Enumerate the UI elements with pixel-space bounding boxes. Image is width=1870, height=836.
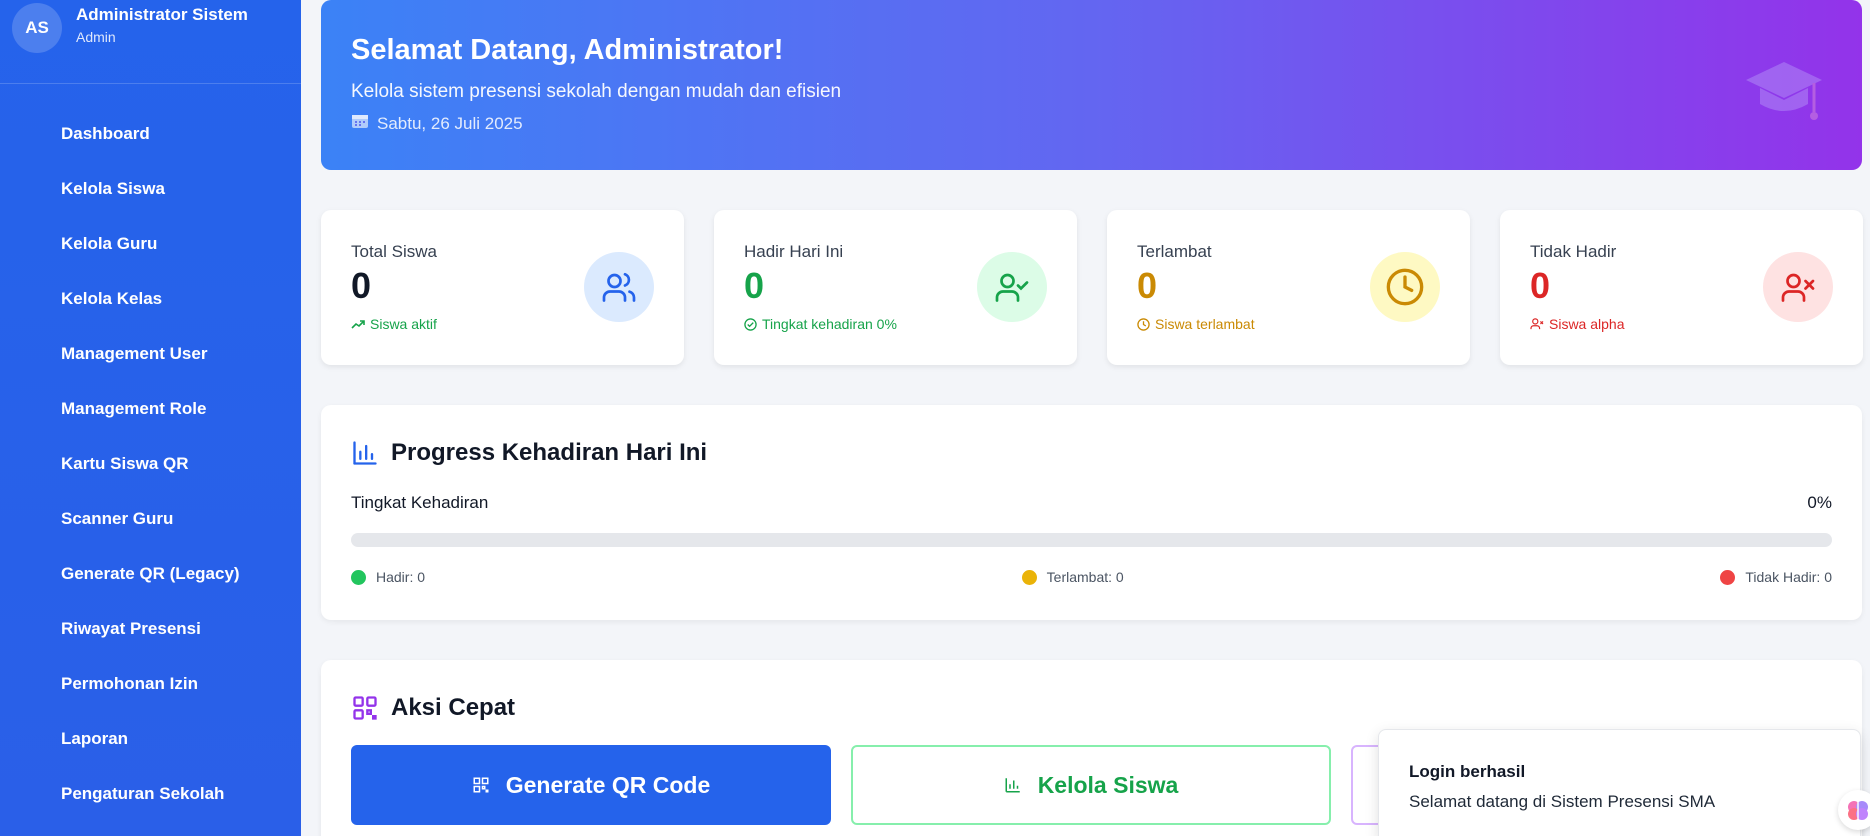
trending-up-icon bbox=[351, 320, 365, 329]
bar-chart-small-icon bbox=[1005, 778, 1020, 793]
qr-code-icon bbox=[353, 696, 377, 720]
welcome-subtitle: Kelola sistem presensi sekolah dengan mu… bbox=[351, 81, 842, 102]
stat-note-text: Tingkat kehadiran 0% bbox=[762, 316, 897, 332]
stat-card-hadir: Hadir Hari Ini 0 Tingkat kehadiran 0% bbox=[714, 210, 1077, 365]
legend-text: Terlambat: 0 bbox=[1046, 569, 1124, 585]
user-name: Administrator Sistem bbox=[76, 4, 248, 24]
kelola-siswa-button[interactable]: Kelola Siswa bbox=[851, 745, 1331, 825]
progress-legend: Hadir: 0 Terlambat: 0 Tidak Hadir: 0 bbox=[351, 569, 1832, 585]
sidebar-item-kelola-guru[interactable]: Kelola Guru bbox=[0, 216, 301, 271]
generate-qr-label: Generate QR Code bbox=[505, 771, 711, 798]
stat-note-text: Siswa terlambat bbox=[1155, 316, 1255, 332]
progress-panel: Progress Kehadiran Hari Ini Tingkat Keha… bbox=[321, 405, 1862, 620]
sidebar-item-kartu-siswa-qr[interactable]: Kartu Siswa QR bbox=[0, 436, 301, 491]
qr-code-small-icon bbox=[473, 777, 489, 793]
progress-percent: 0% bbox=[1807, 493, 1832, 512]
login-toast: Login berhasil Selamat datang di Sistem … bbox=[1378, 729, 1861, 836]
sidebar-item-permohonan-izin[interactable]: Permohonan Izin bbox=[0, 656, 301, 711]
toast-message: Selamat datang di Sistem Presensi SMA bbox=[1409, 792, 1716, 811]
legend-hadir: Hadir: 0 bbox=[351, 569, 425, 585]
welcome-banner: Selamat Datang, Administrator! Kelola si… bbox=[321, 0, 1862, 170]
stat-card-terlambat: Terlambat 0 Siswa terlambat bbox=[1107, 210, 1470, 365]
sidebar-item-management-role[interactable]: Management Role bbox=[0, 381, 301, 436]
legend-text: Tidak Hadir: 0 bbox=[1745, 569, 1832, 585]
welcome-title: Selamat Datang, Administrator! bbox=[351, 34, 784, 66]
date-text: Sabtu, 26 Juli 2025 bbox=[377, 113, 523, 133]
sidebar-nav: Dashboard Kelola Siswa Kelola Guru Kelol… bbox=[0, 84, 301, 821]
sidebar-item-generate-qr-legacy[interactable]: Generate QR (Legacy) bbox=[0, 546, 301, 601]
stat-card-total-siswa: Total Siswa 0 Siswa aktif bbox=[321, 210, 684, 365]
user-x-small-icon bbox=[1530, 318, 1544, 330]
toast-title: Login berhasil bbox=[1409, 762, 1526, 781]
kelola-siswa-label: Kelola Siswa bbox=[1037, 771, 1179, 798]
legend-tidak-hadir: Tidak Hadir: 0 bbox=[1720, 569, 1832, 585]
stat-card-tidak-hadir: Tidak Hadir 0 Siswa alpha bbox=[1500, 210, 1863, 365]
generate-qr-button[interactable]: Generate QR Code bbox=[351, 745, 831, 825]
brain-icon[interactable] bbox=[1838, 790, 1870, 830]
bar-chart-icon bbox=[353, 441, 377, 465]
legend-text: Hadir: 0 bbox=[376, 569, 426, 585]
sidebar: AS Administrator Sistem Admin Dashboard … bbox=[0, 0, 301, 836]
progress-label: Tingkat Kehadiran bbox=[351, 493, 489, 512]
quick-actions-title-text: Aksi Cepat bbox=[391, 694, 516, 721]
progress-title-text: Progress Kehadiran Hari Ini bbox=[391, 439, 708, 466]
progress-title: Progress Kehadiran Hari Ini bbox=[351, 439, 1832, 467]
sidebar-item-scanner-guru[interactable]: Scanner Guru bbox=[0, 491, 301, 546]
avatar: AS bbox=[12, 2, 62, 53]
clock-small-icon bbox=[1137, 317, 1150, 331]
sidebar-item-laporan[interactable]: Laporan bbox=[0, 711, 301, 766]
legend-terlambat: Terlambat: 0 bbox=[1021, 569, 1124, 585]
welcome-date: Sabtu, 26 Juli 2025 bbox=[351, 113, 1832, 134]
sidebar-item-dashboard[interactable]: Dashboard bbox=[0, 106, 301, 161]
user-x-icon bbox=[1763, 252, 1833, 322]
user-check-icon bbox=[977, 252, 1047, 322]
sidebar-item-kelola-siswa[interactable]: Kelola Siswa bbox=[0, 161, 301, 216]
clock-icon bbox=[1370, 252, 1440, 322]
user-role: Admin bbox=[76, 28, 116, 45]
sidebar-item-riwayat-presensi[interactable]: Riwayat Presensi bbox=[0, 601, 301, 656]
sidebar-item-kelola-kelas[interactable]: Kelola Kelas bbox=[0, 271, 301, 326]
sidebar-item-pengaturan-sekolah[interactable]: Pengaturan Sekolah bbox=[0, 766, 301, 821]
progress-bar bbox=[351, 533, 1832, 547]
quick-actions-title: Aksi Cepat bbox=[351, 694, 1832, 722]
user-profile: AS Administrator Sistem Admin bbox=[0, 0, 301, 84]
legend-dot-red bbox=[1720, 569, 1736, 585]
check-circle-icon bbox=[744, 317, 757, 331]
graduation-cap-icon bbox=[1744, 56, 1824, 131]
sidebar-item-management-user[interactable]: Management User bbox=[0, 326, 301, 381]
legend-dot-green bbox=[351, 569, 366, 585]
legend-dot-yellow bbox=[1021, 569, 1037, 585]
users-icon bbox=[584, 252, 654, 322]
stat-note-text: Siswa aktif bbox=[370, 316, 437, 332]
stat-note-text: Siswa alpha bbox=[1549, 316, 1625, 332]
calendar-icon bbox=[351, 113, 369, 134]
